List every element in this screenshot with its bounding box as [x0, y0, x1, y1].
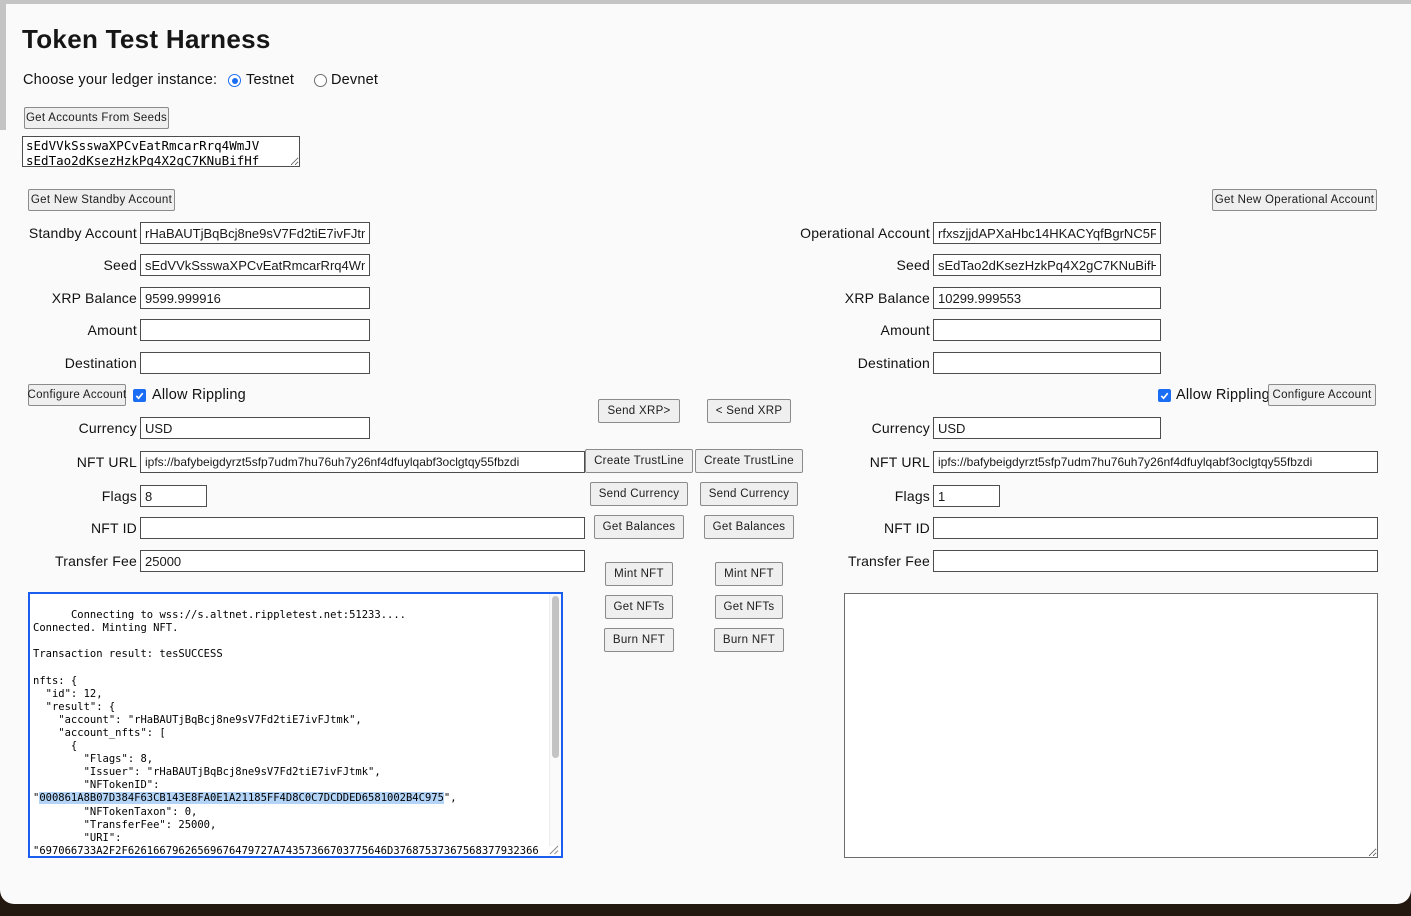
standby-seed-input[interactable]	[140, 254, 370, 276]
operational-xrp-balance-label: XRP Balance	[742, 287, 930, 309]
standby-send-xrp-button[interactable]: Send XRP>	[598, 399, 679, 423]
operational-nft-url-input[interactable]	[933, 451, 1378, 473]
standby-mint-nft-button[interactable]: Mint NFT	[605, 562, 673, 586]
operational-transfer-fee-label: Transfer Fee	[742, 550, 930, 572]
operational-destination-input[interactable]	[933, 352, 1161, 374]
operational-allow-rippling-label[interactable]: Allow Rippling	[1176, 384, 1270, 406]
standby-flags-label: Flags	[2, 485, 137, 507]
standby-amount-input[interactable]	[140, 319, 370, 341]
operational-seed-label: Seed	[742, 254, 930, 276]
operational-nft-url-label: NFT URL	[742, 451, 930, 473]
operational-amount-label: Amount	[742, 319, 930, 341]
standby-burn-nft-button[interactable]: Burn NFT	[604, 628, 674, 652]
standby-xrp-balance-label: XRP Balance	[2, 287, 137, 309]
operational-xrp-balance-input[interactable]	[933, 287, 1161, 309]
devnet-radio[interactable]	[314, 74, 327, 87]
window-frame-top	[0, 0, 1411, 4]
standby-currency-label: Currency	[2, 417, 137, 439]
testnet-radio-label[interactable]: Testnet	[246, 70, 294, 90]
log-selected-text: 000861A8B07D384F63CB143E8FA0E1A21185FF4D…	[39, 792, 444, 804]
page: Token Test Harness Choose your ledger in…	[0, 0, 1411, 904]
standby-destination-label: Destination	[2, 352, 137, 374]
standby-nft-url-input[interactable]	[140, 451, 585, 473]
seeds-textarea[interactable]: sEdVVkSsswaXPCvEatRmcarRrq4WmJV sEdTao2d…	[22, 136, 300, 167]
operational-nft-id-label: NFT ID	[742, 517, 930, 539]
standby-transfer-fee-input[interactable]	[140, 550, 585, 572]
operational-flags-label: Flags	[742, 485, 930, 507]
standby-seed-label: Seed	[2, 254, 137, 276]
standby-amount-label: Amount	[2, 319, 137, 341]
log-scrollbar-track[interactable]	[549, 594, 561, 846]
standby-get-balances-button[interactable]: Get Balances	[594, 515, 685, 539]
get-new-standby-account-button[interactable]: Get New Standby Account	[28, 189, 175, 211]
devnet-radio-label[interactable]: Devnet	[331, 70, 378, 90]
log-resize-handle[interactable]	[549, 845, 559, 855]
log-scrollbar-thumb[interactable]	[552, 596, 559, 758]
check-icon	[1159, 390, 1170, 401]
standby-results-log[interactable]: Connecting to wss://s.altnet.rippletest.…	[28, 592, 563, 858]
operational-results-textarea[interactable]	[844, 593, 1378, 858]
operational-account-input[interactable]	[933, 222, 1161, 244]
ledger-instance-prompt: Choose your ledger instance:	[23, 70, 217, 90]
standby-send-currency-button[interactable]: Send Currency	[590, 482, 689, 506]
check-icon	[134, 390, 145, 401]
operational-destination-label: Destination	[742, 352, 930, 374]
standby-currency-input[interactable]	[140, 417, 370, 439]
standby-xrp-balance-input[interactable]	[140, 287, 370, 309]
operational-amount-input[interactable]	[933, 319, 1161, 341]
standby-nft-id-input[interactable]	[140, 517, 585, 539]
operational-allow-rippling-checkbox[interactable]	[1158, 389, 1171, 402]
standby-allow-rippling-label[interactable]: Allow Rippling	[152, 384, 246, 406]
operational-currency-label: Currency	[742, 417, 930, 439]
standby-nft-id-label: NFT ID	[2, 517, 137, 539]
log-text-before: Connecting to wss://s.altnet.rippletest.…	[33, 609, 406, 804]
get-new-operational-account-button[interactable]: Get New Operational Account	[1212, 189, 1377, 211]
get-accounts-from-seeds-button[interactable]: Get Accounts From Seeds	[24, 107, 169, 129]
window-frame-left	[0, 4, 6, 130]
page-title: Token Test Harness	[22, 24, 271, 55]
operational-currency-input[interactable]	[933, 417, 1161, 439]
screen: Token Test Harness Choose your ledger in…	[0, 0, 1411, 916]
operational-configure-account-button[interactable]: Configure Account	[1268, 384, 1376, 406]
operational-seed-input[interactable]	[933, 254, 1161, 276]
standby-configure-account-button[interactable]: Configure Account	[28, 384, 126, 406]
standby-account-label: Standby Account	[2, 222, 137, 244]
operational-account-label: Operational Account	[742, 222, 930, 244]
standby-destination-input[interactable]	[140, 352, 370, 374]
testnet-radio[interactable]	[228, 74, 241, 87]
standby-nft-url-label: NFT URL	[2, 451, 137, 473]
standby-flags-input[interactable]	[140, 485, 207, 507]
operational-burn-nft-button[interactable]: Burn NFT	[714, 628, 784, 652]
operational-transfer-fee-input[interactable]	[933, 550, 1378, 572]
standby-get-nfts-button[interactable]: Get NFTs	[605, 595, 674, 619]
standby-account-input[interactable]	[140, 222, 370, 244]
operational-flags-input[interactable]	[933, 485, 1000, 507]
standby-transfer-fee-label: Transfer Fee	[2, 550, 137, 572]
operational-nft-id-input[interactable]	[933, 517, 1378, 539]
operational-get-nfts-button[interactable]: Get NFTs	[715, 595, 784, 619]
standby-create-trustline-button[interactable]: Create TrustLine	[585, 449, 693, 473]
standby-allow-rippling-checkbox[interactable]	[133, 389, 146, 402]
